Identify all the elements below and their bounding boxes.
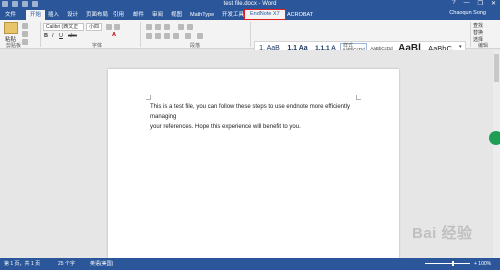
title-bar: test file.docx - Word ? — ❐ ✕: [0, 0, 500, 9]
tab-file[interactable]: 文件: [2, 10, 20, 20]
language-indicator[interactable]: 英语(美国): [90, 258, 113, 270]
watermark-logo: Bai 经验: [412, 225, 473, 242]
tab-mailings[interactable]: 邮件: [133, 10, 144, 20]
window-controls: ? — ❐ ✕: [452, 0, 496, 7]
align-left-icon[interactable]: [146, 33, 152, 39]
user-name[interactable]: Chaoqun Song: [449, 10, 486, 16]
paste-icon[interactable]: [4, 22, 18, 34]
tab-review[interactable]: 审阅: [152, 10, 163, 20]
group-divider: [250, 22, 251, 47]
tab-insert[interactable]: 插入: [48, 10, 59, 20]
tab-developer[interactable]: 开发工具: [222, 10, 244, 20]
cut-icon[interactable]: [22, 23, 28, 29]
find-button[interactable]: 查找: [473, 22, 483, 29]
editing-group-label: 编辑: [478, 43, 489, 49]
ribbon-home: 粘贴 剪贴板 Calibri (西文正 小四 B I U abc A 字体 段落…: [0, 20, 500, 63]
line-spacing-icon[interactable]: [185, 33, 191, 39]
justify-icon[interactable]: [173, 33, 179, 39]
tab-references[interactable]: 引用: [113, 10, 124, 20]
font-color-button[interactable]: A: [112, 32, 116, 38]
scrollbar-thumb[interactable]: [494, 54, 499, 82]
minimize-button[interactable]: —: [464, 0, 470, 7]
decrease-indent-icon[interactable]: [178, 24, 184, 30]
bold-button[interactable]: B: [44, 33, 48, 39]
increase-indent-icon[interactable]: [187, 24, 193, 30]
multilevel-list-icon[interactable]: [164, 24, 170, 30]
paragraph-group-label: 段落: [190, 43, 201, 49]
tab-view[interactable]: 视图: [171, 10, 182, 20]
zoom-level[interactable]: + 100%: [474, 258, 491, 270]
shrink-font-icon[interactable]: [114, 24, 120, 30]
tab-home[interactable]: 开始: [26, 10, 46, 20]
font-group-label: 字体: [92, 43, 103, 49]
underline-button[interactable]: U: [59, 33, 63, 39]
close-button[interactable]: ✕: [491, 0, 496, 7]
page-count[interactable]: 第 1 页，共 1 页: [4, 258, 40, 270]
format-painter-icon[interactable]: [22, 39, 28, 45]
font-size-select[interactable]: 小四: [86, 23, 102, 31]
vertical-scrollbar[interactable]: [493, 50, 500, 258]
clipboard-group-label: 剪贴板: [6, 43, 22, 49]
tab-page-layout[interactable]: 页面布局: [86, 10, 108, 20]
italic-button[interactable]: I: [52, 33, 54, 39]
help-button[interactable]: ?: [452, 0, 455, 7]
tab-acrobat[interactable]: ACROBAT: [287, 10, 313, 20]
crop-mark: [146, 95, 151, 100]
tab-design[interactable]: 设计: [67, 10, 78, 20]
word-count[interactable]: 25 个字: [58, 258, 75, 270]
align-right-icon[interactable]: [164, 33, 170, 39]
shading-icon[interactable]: [197, 33, 203, 39]
bullets-icon[interactable]: [146, 24, 152, 30]
group-divider: [40, 22, 41, 47]
tab-endnote[interactable]: EndNote X7: [244, 9, 286, 20]
document-line: your references. Hope this experience wi…: [150, 124, 301, 130]
document-page[interactable]: This is a test file, you can follow thes…: [108, 69, 399, 258]
group-divider: [470, 22, 471, 47]
copy-icon[interactable]: [22, 31, 28, 37]
zoom-slider-knob[interactable]: [452, 261, 454, 266]
status-bar: 第 1 页，共 1 页 25 个字 英语(美国) + 100%: [0, 258, 500, 270]
group-divider: [140, 22, 141, 47]
restore-button[interactable]: ❐: [478, 0, 483, 7]
ribbon-tabs: 文件 开始 插入 设计 页面布局 引用 邮件 审阅 视图 MathType 开发…: [0, 9, 500, 20]
align-center-icon[interactable]: [155, 33, 161, 39]
replace-button[interactable]: 替换: [473, 29, 483, 36]
strikethrough-button[interactable]: abc: [68, 33, 77, 39]
styles-group-label: 样式: [343, 43, 354, 49]
numbering-icon[interactable]: [155, 24, 161, 30]
crop-mark: [356, 95, 361, 100]
document-body[interactable]: This is a test file, you can follow thes…: [150, 102, 370, 132]
tab-mathtype[interactable]: MathType: [190, 10, 214, 20]
grow-font-icon[interactable]: [106, 24, 112, 30]
font-name-select[interactable]: Calibri (西文正: [43, 23, 84, 31]
zoom-slider[interactable]: [425, 263, 470, 264]
document-line: This is a test file, you can follow thes…: [150, 104, 350, 120]
floating-action-button[interactable]: [489, 131, 500, 145]
window-title: test file.docx - Word: [223, 1, 277, 7]
